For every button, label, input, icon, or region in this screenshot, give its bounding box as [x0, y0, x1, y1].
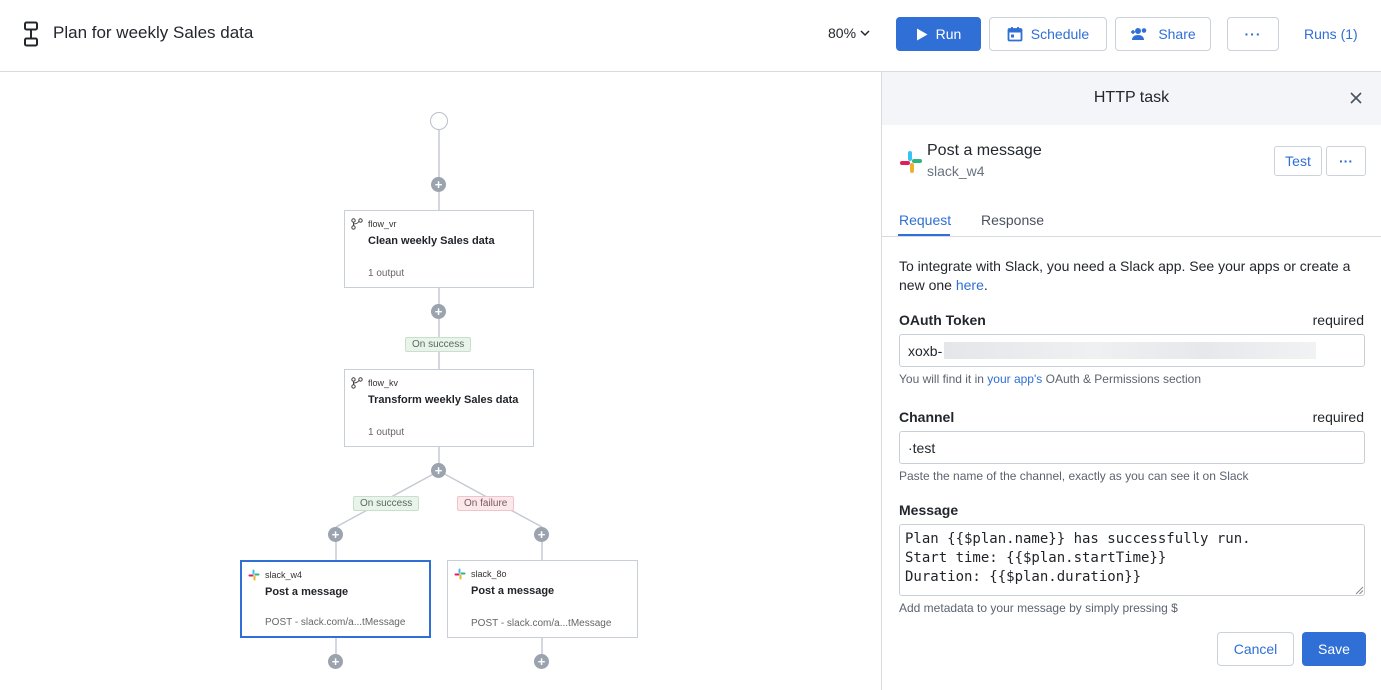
active-tab-indicator: [898, 234, 950, 236]
flow-icon: [351, 218, 363, 230]
plan-icon: [24, 21, 38, 47]
message-textarea[interactable]: Plan {{$plan.name}} has successfully run…: [899, 524, 1365, 596]
node-id: flow_kv: [368, 378, 399, 388]
intro-text: To integrate with Slack, you need a Slac…: [899, 257, 1369, 295]
task-id: slack_w4: [927, 163, 985, 179]
oauth-hint-prefix: You will find it in: [899, 372, 988, 386]
slack-icon: [248, 569, 260, 581]
edge-label-on-success: On success: [405, 337, 472, 352]
oauth-hint: You will find it in your app's OAuth & P…: [899, 372, 1201, 386]
tab-request[interactable]: Request: [899, 212, 951, 228]
node-footer: POST - slack.com/a...tMessage: [471, 618, 612, 629]
node-footer: 1 output: [368, 268, 405, 279]
flow-node-slack-8o[interactable]: slack_8o Post a message POST - slack.com…: [447, 560, 638, 638]
schedule-button-label: Schedule: [1030, 26, 1090, 42]
node-id: slack_8o: [471, 569, 507, 579]
flow-node-clean[interactable]: flow_vr Clean weekly Sales data 1 output: [344, 210, 534, 288]
more-icon: ···: [1339, 153, 1353, 169]
zoom-value: 80%: [828, 25, 857, 41]
add-step-button[interactable]: +: [431, 304, 446, 319]
add-step-button[interactable]: +: [431, 463, 446, 478]
share-button[interactable]: Share: [1115, 17, 1211, 51]
test-button[interactable]: Test: [1274, 146, 1322, 176]
resize-handle-icon[interactable]: [1355, 586, 1364, 595]
zoom-select[interactable]: 80%: [828, 25, 870, 41]
tab-response[interactable]: Response: [981, 212, 1044, 228]
runs-link[interactable]: Runs (1): [1304, 26, 1358, 42]
flow-icon: [351, 377, 363, 389]
oauth-token-field[interactable]: xoxb-: [899, 334, 1365, 367]
edge-label-on-success: On success: [353, 496, 420, 511]
task-panel: HTTP task Post a message slack_w4 Test ·…: [881, 72, 1381, 690]
redacted-token: [944, 342, 1317, 359]
oauth-hint-suffix: OAuth & Permissions section: [1042, 372, 1202, 386]
message-label: Message: [899, 502, 959, 518]
run-button[interactable]: Run: [896, 17, 981, 51]
edge-label-on-failure: On failure: [457, 496, 515, 511]
schedule-button[interactable]: Schedule: [989, 17, 1107, 51]
more-icon: ···: [1244, 26, 1262, 42]
node-id: flow_vr: [368, 219, 397, 229]
panel-tabs: Request Response: [882, 202, 1381, 237]
channel-label: Channel: [899, 409, 955, 425]
start-node[interactable]: [430, 112, 448, 130]
add-step-button[interactable]: +: [328, 527, 343, 542]
add-step-button[interactable]: +: [431, 177, 446, 192]
page-title: Plan for weekly Sales data: [53, 23, 254, 42]
intro-text-end: .: [983, 277, 988, 293]
task-name: Post a message: [927, 142, 1042, 159]
your-app-link[interactable]: your app's: [987, 372, 1042, 386]
add-user-icon: [1131, 28, 1147, 40]
slack-icon: [454, 568, 466, 580]
panel-more-button[interactable]: ···: [1326, 146, 1366, 176]
cancel-button[interactable]: Cancel: [1217, 632, 1294, 666]
node-title: Clean weekly Sales data: [368, 235, 495, 247]
node-title: Post a message: [471, 585, 555, 597]
run-button-label: Run: [935, 26, 962, 42]
message-hint: Add metadata to your message by simply p…: [899, 601, 1178, 615]
panel-title: HTTP task: [1093, 89, 1170, 106]
play-icon: [916, 28, 928, 40]
add-step-button[interactable]: +: [534, 654, 549, 669]
node-footer: 1 output: [368, 427, 405, 438]
close-icon[interactable]: [1348, 90, 1364, 106]
oauth-token-value: xoxb-: [908, 342, 943, 359]
add-step-button[interactable]: +: [534, 527, 549, 542]
flow-canvas[interactable]: + flow_vr Clean weekly Sales data 1 outp…: [0, 72, 881, 690]
node-title: Post a message: [265, 586, 349, 598]
share-button-label: Share: [1158, 26, 1196, 42]
node-id: slack_w4: [265, 570, 303, 580]
node-title: Transform weekly Sales data: [368, 394, 519, 406]
oauth-token-label: OAuth Token: [899, 312, 986, 328]
channel-field[interactable]: ·test: [899, 431, 1365, 464]
channel-value: ·test: [908, 439, 936, 456]
panel-header: HTTP task: [882, 72, 1381, 125]
oauth-required-label: required: [1312, 312, 1364, 328]
channel-hint: Paste the name of the channel, exactly a…: [899, 469, 1249, 483]
add-step-button[interactable]: +: [328, 654, 343, 669]
top-bar: Plan for weekly Sales data 80% Run Sched…: [0, 0, 1381, 72]
flow-node-transform[interactable]: flow_kv Transform weekly Sales data 1 ou…: [344, 369, 534, 447]
calendar-icon: [1007, 27, 1023, 42]
node-footer: POST - slack.com/a...tMessage: [265, 617, 406, 628]
chevron-down-icon: [860, 29, 870, 36]
channel-required-label: required: [1312, 409, 1364, 425]
here-link[interactable]: here: [956, 277, 984, 293]
slack-icon: [900, 151, 922, 173]
more-options-button[interactable]: ···: [1227, 17, 1279, 51]
save-button[interactable]: Save: [1302, 632, 1366, 666]
flow-node-slack-w4[interactable]: slack_w4 Post a message POST - slack.com…: [240, 560, 431, 638]
